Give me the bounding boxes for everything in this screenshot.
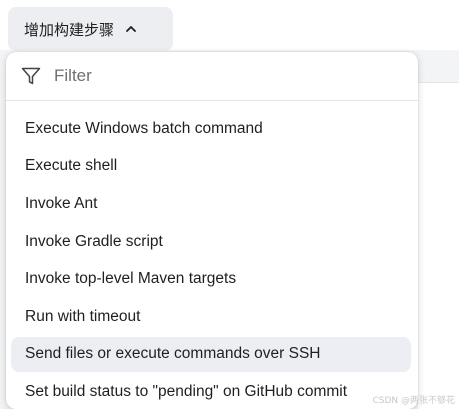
add-build-step-label: 增加构建步骤 (24, 21, 115, 39)
menu-item-label: Set build status to "pending" on GitHub … (25, 382, 348, 400)
menu-item-label: Execute Windows batch command (25, 119, 263, 137)
menu-item-label: Invoke Gradle script (25, 232, 163, 250)
watermark: CSDN @两张不够花 (372, 396, 455, 406)
add-build-step-button[interactable]: 增加构建步骤 (8, 7, 173, 51)
menu-item-invoke-gradle[interactable]: Invoke Gradle script (6, 223, 418, 261)
menu-item-invoke-maven[interactable]: Invoke top-level Maven targets (6, 260, 418, 298)
filter-funnel-icon (20, 65, 42, 87)
menu-item-label: Send files or execute commands over SSH (25, 345, 321, 363)
menu-item-run-with-timeout[interactable]: Run with timeout (6, 298, 418, 336)
menu-item-label: Execute shell (25, 157, 118, 175)
menu-item-invoke-ant[interactable]: Invoke Ant (6, 185, 418, 223)
page-divider (418, 82, 459, 83)
menu-item-execute-windows-batch[interactable]: Execute Windows batch command (6, 110, 418, 148)
menu-item-label: Run with timeout (25, 307, 141, 325)
page-content-background (418, 82, 459, 409)
filter-input[interactable] (52, 65, 386, 87)
build-step-dropdown: Execute Windows batch command Execute sh… (6, 52, 418, 409)
build-step-list: Execute Windows batch command Execute sh… (6, 110, 418, 409)
menu-item-label: Invoke top-level Maven targets (25, 270, 237, 288)
menu-item-github-pending-status[interactable]: Set build status to "pending" on GitHub … (6, 373, 418, 409)
chevron-up-icon (124, 22, 138, 36)
filter-row (6, 52, 418, 101)
menu-item-send-files-ssh[interactable]: Send files or execute commands over SSH (6, 336, 418, 374)
menu-item-label: Invoke Ant (25, 194, 98, 212)
menu-item-execute-shell[interactable]: Execute shell (6, 148, 418, 186)
